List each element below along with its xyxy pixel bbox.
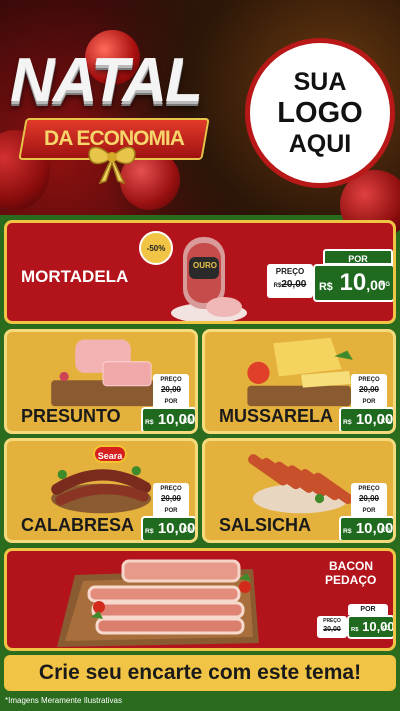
new-price: R$ 10,00 KG <box>141 407 195 431</box>
old-price: R$20,00 <box>267 279 313 290</box>
new-price: R$ 10,00 KG <box>339 516 393 540</box>
por-label: POR <box>348 604 388 615</box>
por-label: POR <box>153 397 189 407</box>
hero-header: NATAL DA ECONOMIA SUA LOGO AQUI <box>0 0 400 240</box>
por-label: POR <box>351 397 387 407</box>
new-price: R$ 10,00 KG <box>339 407 393 431</box>
preco-label: PREÇO <box>323 618 341 624</box>
old-price-value: 20,00 <box>160 494 182 503</box>
product-name: SALSICHA <box>219 515 312 535</box>
currency: R$ <box>145 419 154 426</box>
old-price-value: 20,00 <box>358 385 380 394</box>
product-name: PRESUNTO <box>21 406 121 426</box>
discount-badge: -50% <box>139 231 173 265</box>
currency: R$ <box>343 419 352 426</box>
unit: KG <box>381 626 390 632</box>
currency: R$ <box>343 528 352 535</box>
brand-label: OURO <box>193 261 217 270</box>
brand-badge: Seara <box>93 445 127 463</box>
old-price-value: 20,00 <box>281 279 307 290</box>
product-card-salsicha: SALSICHA PREÇO 20,00 POR R$ 10,00 KG <box>202 438 396 543</box>
product-name: CALABRESA <box>21 515 135 535</box>
product-card-presunto: PRESUNTO PREÇO 20,00 POR R$ 10,00 KG <box>4 329 198 434</box>
bacon-card: BACON PEDAÇO POR PREÇO 20,00 R$ 10,00 KG <box>4 548 396 651</box>
preco-label: PREÇO <box>160 486 182 492</box>
featured-mortadela-card: MORTADELA -50% OURO PREÇO R$20,00 POR R$… <box>4 220 396 324</box>
logo-line-2: LOGO <box>277 96 363 129</box>
new-price: R$ 10,00 KG <box>347 615 393 639</box>
product-image <box>247 337 353 407</box>
footnote: *Imagens Meramente Ilustrativas <box>5 696 122 705</box>
bacon-name-line-1: BACON <box>329 559 373 573</box>
discount-badge-text: -50% <box>146 243 166 253</box>
old-price-value: 20,00 <box>358 494 380 503</box>
product-card-calabresa: CALABRESA PREÇO 20,00 POR R$ 10,00 KG Se… <box>4 438 198 543</box>
product-name: MORTADELA <box>21 267 129 286</box>
currency: R$ <box>145 528 154 535</box>
preco-label: PREÇO <box>275 267 305 276</box>
old-price-value: 20,00 <box>323 626 341 633</box>
unit: KG <box>381 419 390 425</box>
new-price: R$ 10,00 KG <box>313 264 393 302</box>
mortadela-image <box>171 237 247 321</box>
old-price-tag: PREÇO R$20,00 <box>267 264 313 298</box>
currency: R$ <box>351 627 359 633</box>
por-label: POR <box>153 506 189 516</box>
preco-label: PREÇO <box>358 377 380 383</box>
logo-line-3: AQUI <box>288 129 352 158</box>
bow-icon <box>88 146 136 185</box>
product-name: MUSSARELA <box>219 406 334 426</box>
cta-banner[interactable]: Crie seu encarte com este tema! <box>4 655 396 691</box>
bacon-image <box>57 559 259 647</box>
unit: KG <box>183 419 192 425</box>
old-price-value: 20,00 <box>160 385 182 394</box>
product-image <box>51 339 155 407</box>
preco-label: PREÇO <box>160 377 182 383</box>
logo-line-1: SUA <box>293 67 347 96</box>
unit: KG <box>381 528 390 534</box>
unit: KG <box>183 528 192 534</box>
currency: R$ <box>319 281 333 293</box>
old-price-tag: PREÇO 20,00 <box>317 616 347 638</box>
unit: KG <box>381 282 390 288</box>
bacon-name-line-2: PEDAÇO <box>325 573 377 587</box>
new-price: R$ 10,00 KG <box>141 516 195 540</box>
price-int: 10 <box>339 269 367 296</box>
product-card-mussarela: MUSSARELA PREÇO 20,00 POR R$ 10,00 KG <box>202 329 396 434</box>
title-natal: NATAL <box>10 46 203 115</box>
product-image <box>248 454 353 514</box>
por-label: POR <box>351 506 387 516</box>
por-label: POR <box>323 249 393 265</box>
preco-label: PREÇO <box>358 486 380 492</box>
logo-placeholder: SUA LOGO AQUI <box>245 38 395 188</box>
